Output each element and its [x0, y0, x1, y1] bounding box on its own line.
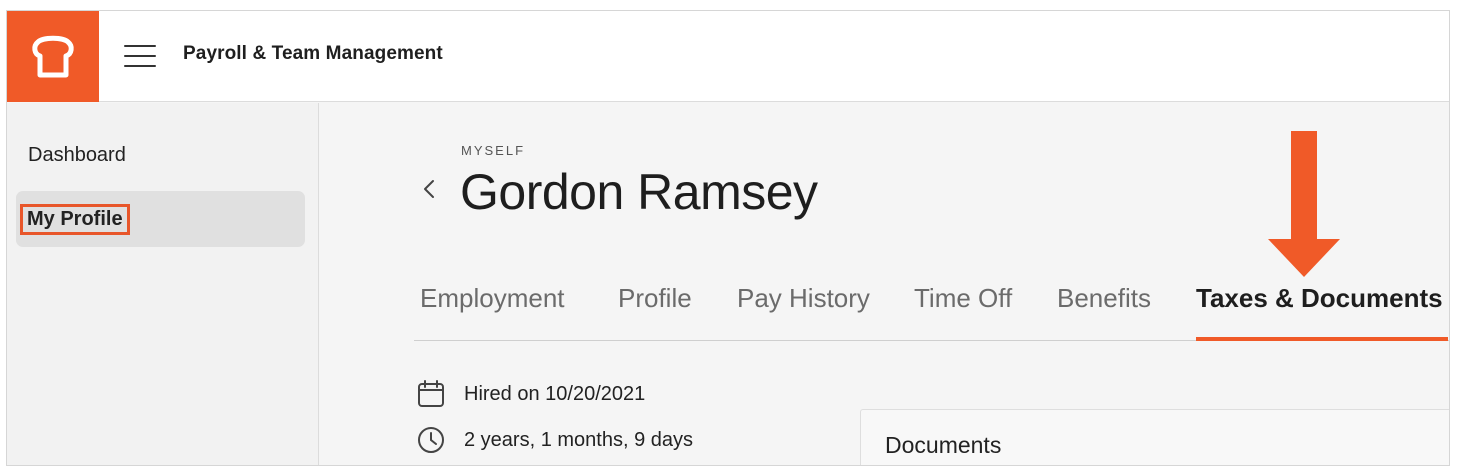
sidebar-item-label: Dashboard [28, 143, 126, 166]
app-window: Payroll & Team Management Dashboard My P… [6, 10, 1450, 466]
app-title: Payroll & Team Management [183, 43, 443, 64]
documents-card-title: Documents [885, 432, 1002, 458]
arrow-down-icon [1268, 131, 1340, 277]
hired-date: Hired on 10/20/2021 [464, 382, 646, 405]
chevron-left-icon[interactable] [418, 177, 442, 201]
tab-profile[interactable]: Profile [618, 283, 692, 314]
top-header: Payroll & Team Management [7, 11, 1449, 102]
sidebar-item-my-profile[interactable]: My Profile [16, 191, 305, 247]
sidebar-item-label: My Profile [20, 203, 130, 235]
active-tab-indicator [1196, 337, 1448, 341]
menu-icon[interactable] [123, 43, 157, 69]
toast-logo[interactable] [7, 11, 99, 102]
documents-card: Documents [860, 409, 1449, 465]
main-content: MYSELF Gordon Ramsey Employment Profile … [320, 103, 1449, 465]
tenure-row: 2 years, 1 months, 9 days [416, 425, 693, 455]
toast-logo-icon [32, 35, 74, 77]
tab-taxes-documents[interactable]: Taxes & Documents [1196, 283, 1443, 314]
tab-pay-history[interactable]: Pay History [737, 283, 870, 314]
clock-icon [418, 427, 444, 453]
profile-eyebrow: MYSELF [461, 143, 526, 158]
tenure: 2 years, 1 months, 9 days [464, 428, 694, 451]
sidebar: Dashboard My Profile [7, 103, 319, 465]
sidebar-item-dashboard[interactable]: Dashboard [16, 127, 305, 183]
tab-employment[interactable]: Employment [420, 283, 565, 314]
tab-time-off[interactable]: Time Off [914, 283, 1012, 314]
hired-date-row: Hired on 10/20/2021 [416, 379, 645, 409]
tab-benefits[interactable]: Benefits [1057, 283, 1151, 314]
calendar-icon [418, 380, 444, 407]
page-title: Gordon Ramsey [460, 164, 818, 220]
profile-tabs: Employment Profile Pay History Time Off … [414, 271, 1449, 341]
